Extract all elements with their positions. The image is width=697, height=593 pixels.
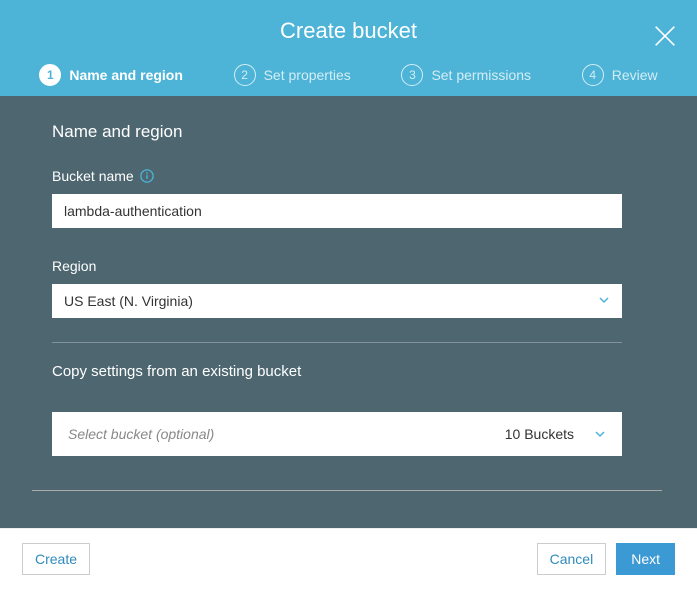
step-number: 3 <box>401 64 423 86</box>
modal-title: Create bucket <box>0 18 697 44</box>
close-icon <box>651 37 679 54</box>
bucket-name-label: Bucket name <box>52 168 134 184</box>
cancel-button[interactable]: Cancel <box>537 543 607 575</box>
bucket-count: 10 Buckets <box>505 426 574 442</box>
step-label: Set properties <box>264 67 351 83</box>
step-label: Set permissions <box>431 67 531 83</box>
step-number: 4 <box>582 64 604 86</box>
chevron-down-icon <box>594 428 606 440</box>
step-label: Name and region <box>69 67 183 83</box>
region-value: US East (N. Virginia) <box>64 293 193 309</box>
chevron-down-icon <box>598 293 610 309</box>
copy-settings-title: Copy settings from an existing bucket <box>52 363 657 380</box>
section-title: Name and region <box>52 122 657 142</box>
step-name-and-region[interactable]: 1 Name and region <box>39 64 183 86</box>
step-set-permissions[interactable]: 3 Set permissions <box>401 64 531 86</box>
step-review[interactable]: 4 Review <box>582 64 658 86</box>
step-number: 2 <box>234 64 256 86</box>
modal-footer: Create Cancel Next <box>0 528 697 593</box>
step-label: Review <box>612 67 658 83</box>
region-select[interactable]: US East (N. Virginia) <box>52 284 622 318</box>
create-button[interactable]: Create <box>22 543 90 575</box>
modal-header: Create bucket 1 Name and region 2 Set pr… <box>0 0 697 96</box>
modal-body: Name and region Bucket name Region US Ea… <box>0 96 697 528</box>
divider <box>32 490 662 491</box>
region-label: Region <box>52 258 657 274</box>
next-button[interactable]: Next <box>616 543 675 575</box>
bucket-name-label-row: Bucket name <box>52 168 657 184</box>
step-set-properties[interactable]: 2 Set properties <box>234 64 351 86</box>
bucket-name-input[interactable] <box>52 194 622 228</box>
info-icon[interactable] <box>140 169 154 183</box>
create-bucket-modal: Create bucket 1 Name and region 2 Set pr… <box>0 0 697 593</box>
close-button[interactable] <box>651 22 679 50</box>
step-number: 1 <box>39 64 61 86</box>
copy-bucket-placeholder: Select bucket (optional) <box>68 426 214 442</box>
copy-bucket-select[interactable]: Select bucket (optional) 10 Buckets <box>52 412 622 456</box>
divider <box>52 342 622 343</box>
wizard-steps: 1 Name and region 2 Set properties 3 Set… <box>0 64 697 96</box>
